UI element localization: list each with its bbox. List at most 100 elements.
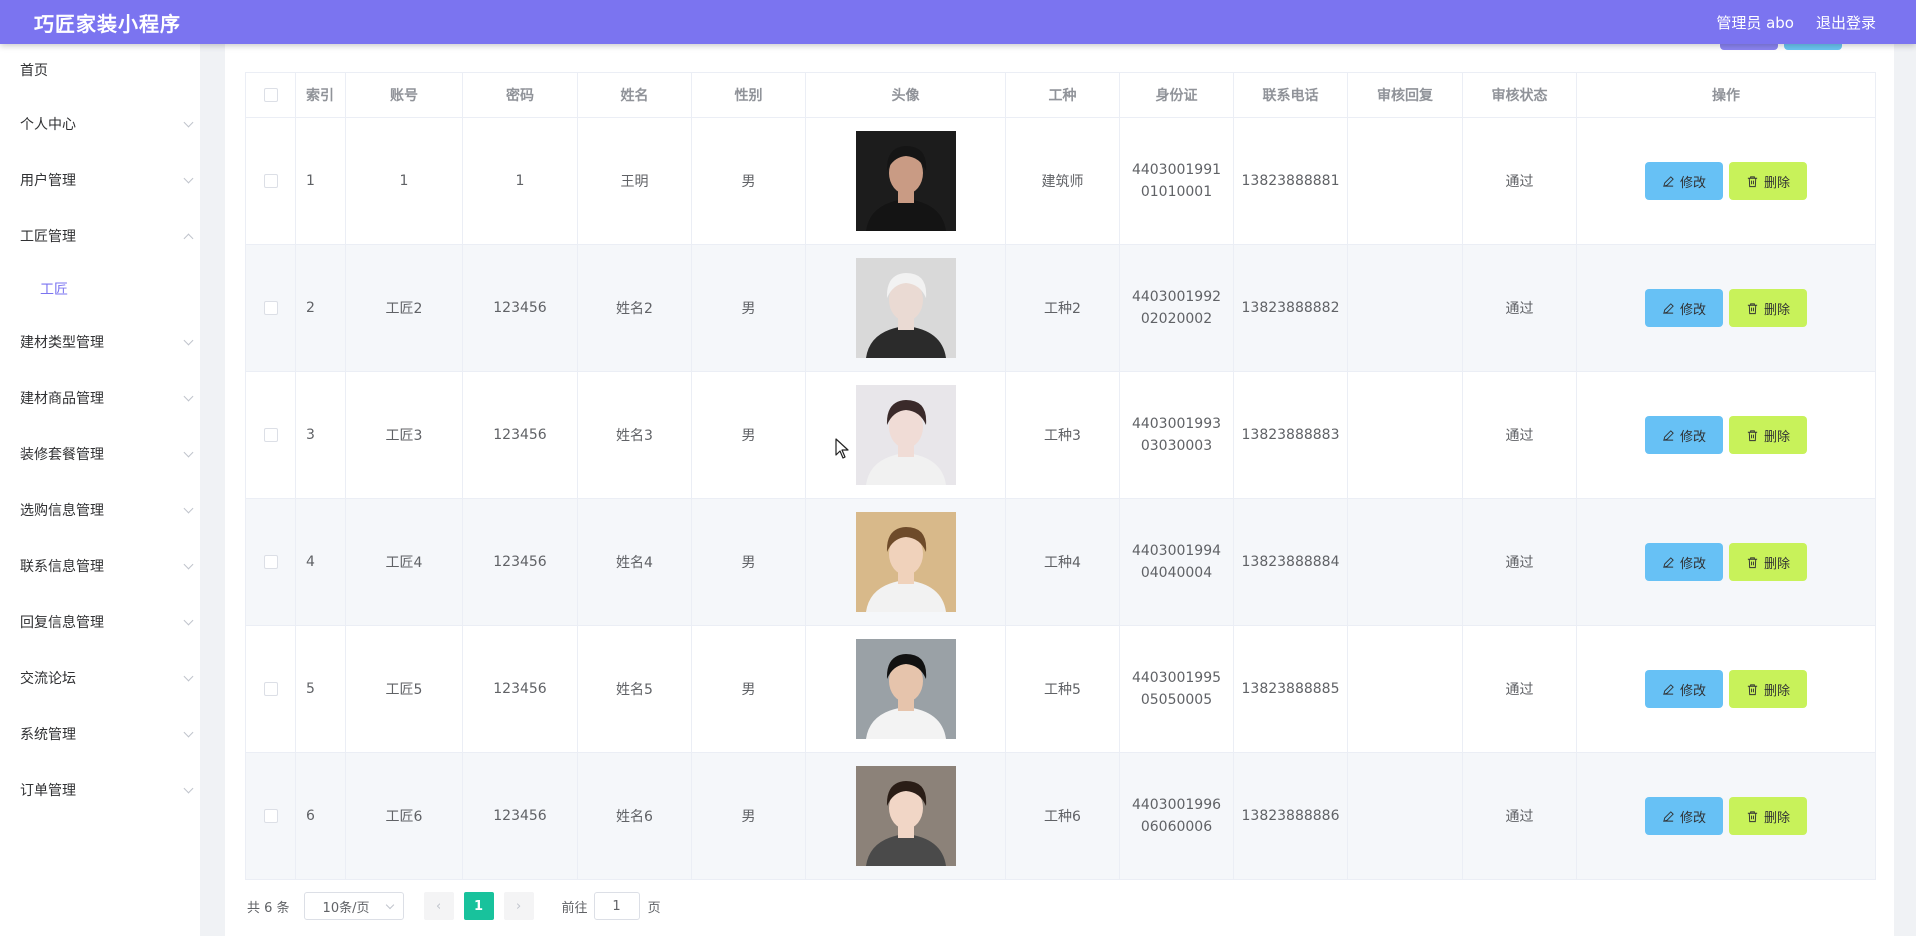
cell-name: 姓名4 [577,498,692,626]
page-size-select[interactable]: 10条/页 [303,892,404,920]
chevron-down-icon [183,783,194,793]
edit-button[interactable]: 修改 [1645,416,1723,454]
sidebar-item-0[interactable]: 首页 [0,44,200,96]
cell-avatar [805,117,1006,245]
delete-button[interactable]: 删除 [1729,162,1807,200]
id-card-text: 440300199404040004 [1131,543,1222,581]
cell-index: 2 [295,244,346,372]
column-header: 账号 [345,72,463,118]
select-all-checkbox[interactable] [263,88,278,102]
edit-button[interactable]: 修改 [1645,670,1723,708]
cell-account: 工匠5 [345,625,463,753]
delete-button[interactable]: 删除 [1729,289,1807,327]
sidebar-item-9[interactable]: 回复信息管理 [0,594,200,650]
edit-button[interactable]: 修改 [1645,289,1723,327]
cell-account: 1 [345,117,463,245]
row-checkbox-cell[interactable] [245,371,296,499]
select-all-checkbox-cell[interactable] [245,72,296,118]
row-checkbox[interactable] [263,428,278,442]
cell-password: 123456 [462,371,578,499]
sidebar-item-7[interactable]: 选购信息管理 [0,482,200,538]
row-checkbox[interactable] [263,301,278,315]
delete-button-label: 删除 [1763,429,1790,445]
cell-job: 工种2 [1005,244,1120,372]
cell-id-card: 440300199404040004 [1119,498,1234,626]
chevron-up-icon [183,233,194,243]
sidebar-item-5[interactable]: 建材商品管理 [0,370,200,426]
goto-label: 前往 [561,900,588,916]
chevron-down-icon [183,615,194,625]
row-checkbox[interactable] [263,174,278,188]
delete-button[interactable]: 删除 [1729,670,1807,708]
row-checkbox-cell[interactable] [245,752,296,880]
column-header: 联系电话 [1233,72,1348,118]
sidebar-item-12[interactable]: 订单管理 [0,762,200,818]
cell-name: 姓名5 [577,625,692,753]
row-checkbox-cell[interactable] [245,498,296,626]
delete-button[interactable]: 删除 [1729,543,1807,581]
cell-password: 1 [462,117,578,245]
trash-icon [1747,683,1758,695]
craftsman-table: 索引 账号 密码 姓名 性别 头像 工种 身份证 联系电话 审核回复 审核状态 操作 1 1 1 王明男建筑… [245,72,1876,880]
cell-job: 工种6 [1005,752,1120,880]
edit-button[interactable]: 修改 [1645,543,1723,581]
next-page-button[interactable]: › [503,892,534,920]
sidebar-item-4[interactable]: 建材类型管理 [0,314,200,370]
edit-button[interactable]: 修改 [1645,162,1723,200]
admin-user-label[interactable]: 管理员 abo [1716,12,1794,33]
sidebar-item-label: 用户管理 [20,173,76,189]
cell-status: 通过 [1462,625,1577,753]
delete-button[interactable]: 删除 [1729,416,1807,454]
cell-reply [1347,117,1463,245]
row-checkbox[interactable] [263,809,278,823]
row-checkbox-cell[interactable] [245,117,296,245]
logout-link[interactable]: 退出登录 [1816,12,1876,33]
cell-account: 工匠3 [345,371,463,499]
column-header: 姓名 [577,72,692,118]
edit-icon [1663,302,1674,314]
row-checkbox-cell[interactable] [245,244,296,372]
chevron-left-icon: ‹ [435,898,442,914]
app-title: 巧匠家装小程序 [34,11,181,36]
sidebar-item-10[interactable]: 交流论坛 [0,650,200,706]
column-header: 审核回复 [1347,72,1463,118]
edit-button[interactable]: 修改 [1645,797,1723,835]
table-row: 1 1 1 王明男建筑师 440300199101010001 13823888881 通过… [245,117,1876,245]
table-row: 3 工匠3 123456 姓名3 男 工种3 440300199303030003 13823… [245,371,1876,499]
edit-button-label: 修改 [1679,556,1706,572]
avatar-image [855,766,956,866]
id-card-text: 440300199606060006 [1131,797,1222,835]
row-checkbox[interactable] [263,555,278,569]
sidebar-item-label: 回复信息管理 [20,615,104,631]
sidebar-item-2[interactable]: 用户管理 [0,152,200,208]
edit-icon [1663,556,1674,568]
id-card-text: 440300199505050005 [1131,670,1222,708]
sidebar-item-1[interactable]: 个人中心 [0,96,200,152]
submenu-item-craftsman[interactable]: 工匠 [0,264,200,314]
row-checkbox-cell[interactable] [245,625,296,753]
delete-button-label: 删除 [1763,556,1790,572]
cell-gender: 男 [691,625,806,753]
sidebar-item-6[interactable]: 装修套餐管理 [0,426,200,482]
cell-account: 工匠2 [345,244,463,372]
cell-name: 王明 [577,117,692,245]
prev-page-button[interactable]: ‹ [423,892,454,920]
table-row: 4 工匠4 123456 姓名4 男 工种4 440300199404040004 13823… [245,498,1876,626]
table-row: 2 工匠2 123456 姓名2 男 工种2 440300199202020002 13823… [245,244,1876,372]
cell-job: 建筑师 [1005,117,1120,245]
sidebar-item-11[interactable]: 系统管理 [0,706,200,762]
sidebar-item-3[interactable]: 工匠管理 [0,208,200,264]
top-header: 巧匠家装小程序 管理员 abo 退出登录 [0,0,1916,44]
chevron-down-icon [183,671,194,681]
cell-phone: 13823888886 [1233,752,1348,880]
delete-button[interactable]: 删除 [1729,797,1807,835]
row-checkbox[interactable] [263,682,278,696]
cell-actions: 修改 删除 [1576,625,1876,753]
goto-page-input[interactable]: 1 [593,892,640,920]
chevron-down-icon [183,173,194,183]
chevron-down-icon [183,335,194,345]
page-number-current[interactable]: 1 [463,892,494,920]
sidebar-item-label: 首页 [20,63,48,79]
cell-phone: 13823888882 [1233,244,1348,372]
sidebar-item-8[interactable]: 联系信息管理 [0,538,200,594]
